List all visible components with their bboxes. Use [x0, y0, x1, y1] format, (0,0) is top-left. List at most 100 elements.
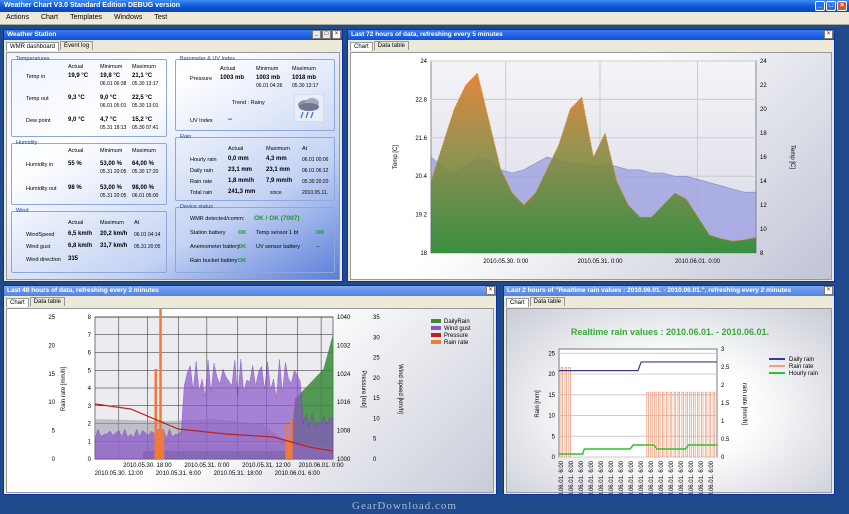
station-window-title: Weather Station _ □ ×	[4, 30, 342, 40]
menu-test[interactable]: Test	[154, 14, 167, 22]
legend-label: Pressure	[444, 333, 469, 339]
pressure-min-at: 06.01 04:26	[256, 83, 283, 89]
y2-tick-label: 1.5	[721, 401, 730, 407]
y2-tick-label: 2	[721, 383, 725, 389]
chart48-tabs: Chart Data table	[4, 297, 496, 307]
y-tick-label: 20	[48, 343, 55, 349]
y4-tick-label: 10	[373, 416, 380, 422]
y-axis-label: Temp [C]	[393, 145, 399, 169]
dew-point-actual: 9,0 °C	[68, 117, 85, 123]
x-tick-label: 2010.06.01. 6:00	[639, 460, 645, 494]
dew-point-min: 4,7 °C	[100, 117, 117, 123]
x-tick-label: 2010.06.01. 6:00	[275, 471, 321, 477]
close-icon[interactable]: ×	[824, 286, 833, 295]
menu-chart[interactable]: Chart	[41, 14, 58, 22]
anemometer-battery-value: OK	[238, 244, 247, 250]
temp-in-max: 21,1 °C	[132, 73, 153, 79]
close-icon[interactable]: ×	[824, 30, 833, 39]
x-tick-label: 2010.05.30. 0:00	[483, 259, 529, 265]
tab-chart[interactable]: Chart	[350, 42, 373, 51]
close-icon[interactable]: ×	[837, 1, 847, 11]
column-header: Actual	[220, 66, 236, 72]
y2-tick-label: 1	[721, 419, 725, 425]
y-axis-label: Rain [mm]	[535, 390, 541, 418]
rain-rate-actual: 1,8 mm/h	[228, 178, 255, 184]
wind-direction-actual: 335	[68, 256, 79, 262]
minimize-icon[interactable]: _	[312, 30, 321, 39]
y3-tick-label: 1040	[337, 315, 351, 321]
maximize-icon[interactable]: □	[322, 30, 331, 39]
chart48-window-title: Last 48 hours of data, refreshing every …	[4, 286, 496, 296]
tab-chart[interactable]: Chart	[6, 298, 29, 307]
humidity-out-min: 53,00 %	[100, 185, 123, 191]
humidity-out-actual: 98 %	[68, 185, 82, 191]
close-icon[interactable]: ×	[332, 30, 341, 39]
y-tick-label: 20	[548, 372, 555, 378]
y3-axis-label: Pressure [mb]	[360, 370, 366, 408]
trend-label: Trend : Rainy	[232, 100, 265, 106]
chart2-svg: Realtime rain values : 2010.06.01. - 201…	[535, 327, 818, 506]
chart72-panel: 18 19.2 20.4 21.6 22.8 24 8 10 12 14 16 18 20 22 24 Tem…	[350, 52, 832, 280]
barometer-group: Barometer & UV Index Actual Minimum Maxi…	[175, 56, 335, 131]
row-label: Wind gust	[26, 244, 51, 250]
total-rain-date: 2010.05.11.	[302, 190, 329, 196]
row-label: Total rain	[190, 190, 213, 196]
hourly-rain-max: 4,3 mm	[266, 156, 287, 162]
x-tick-label: 2010.05.31. 12:00	[242, 463, 291, 469]
pressure-min: 1003 mb	[256, 75, 281, 81]
pressure-max: 1018 mb	[292, 75, 317, 81]
tab-data-table[interactable]: Data table	[373, 41, 410, 50]
row-label: Hourly rain	[190, 157, 217, 163]
minimize-icon[interactable]: _	[815, 1, 825, 11]
y2-tick-label: 4	[88, 386, 92, 392]
humidity-out-max: 98,00 %	[132, 185, 155, 191]
menu-windows[interactable]: Windows	[114, 14, 142, 22]
close-icon[interactable]: ×	[486, 286, 495, 295]
y2-tick-label: 6	[88, 351, 92, 357]
x-tick-label: 2010.06.01. 6:00	[649, 460, 655, 494]
legend-label: Wind gust	[444, 326, 471, 332]
column-header: Maximum	[266, 146, 290, 152]
chart2-tabs: Chart Data table	[504, 297, 834, 307]
legend-label: Rain rate	[789, 364, 814, 370]
column-header: Maximum	[132, 64, 156, 70]
legend-swatch	[431, 326, 441, 330]
x-tick-label: 2010.06.01. 6:00	[569, 460, 575, 494]
row-label: Temp in	[26, 74, 46, 80]
tab-data-table[interactable]: Data table	[29, 297, 66, 306]
menu-bar: Actions Chart Templates Windows Test	[0, 12, 849, 25]
y4-tick-label: 25	[373, 356, 380, 362]
chart48-title-text: Last 48 hours of data, refreshing every …	[7, 287, 159, 294]
row-label: Station battery	[190, 230, 226, 236]
menu-templates[interactable]: Templates	[70, 14, 102, 22]
tab-event-log[interactable]: Event log	[60, 41, 94, 50]
dew-point-min-at: 05.31 18:13	[100, 125, 127, 131]
y4-tick-label: 5	[373, 437, 377, 443]
temp-in-min: 19,8 °C	[100, 73, 121, 79]
row-label: WindSpeed	[26, 232, 55, 238]
tab-wmr-dashboard[interactable]: WMR dashboard	[6, 42, 60, 51]
y2-tick-label: 0	[721, 455, 725, 461]
y-tick-label: 15	[548, 393, 555, 399]
maximize-icon[interactable]: □	[826, 1, 836, 11]
row-label: Humidity in	[26, 162, 54, 168]
x-tick-label: 2010.05.31. 0:00	[184, 463, 230, 469]
y4-tick-label: 0	[373, 457, 377, 463]
y-tick-label: 10	[48, 400, 55, 406]
column-header: At	[302, 146, 308, 152]
chart72-window-title: Last 72 hours of data, refreshing every …	[348, 30, 834, 40]
tab-data-table[interactable]: Data table	[529, 297, 566, 306]
y-tick-label: 21.6	[415, 136, 427, 142]
menu-actions[interactable]: Actions	[6, 14, 29, 22]
column-header: Minimum	[100, 148, 123, 154]
y2-tick-label: 2.5	[721, 365, 730, 371]
group-title: Wind	[16, 208, 29, 214]
window-controls: _ □ ×	[815, 1, 847, 11]
temp-out-max: 22,5 °C	[132, 95, 153, 101]
chart2-window: Last 2 hours of "Realtime rain values : …	[503, 285, 835, 506]
chart72-tabs: Chart Data table	[348, 41, 834, 51]
y3-tick-label: 1032	[337, 343, 351, 349]
tab-chart[interactable]: Chart	[506, 298, 529, 307]
rain-rate-bar	[156, 429, 160, 459]
x-tick-label: 2010.06.01. 0:00	[675, 259, 721, 265]
